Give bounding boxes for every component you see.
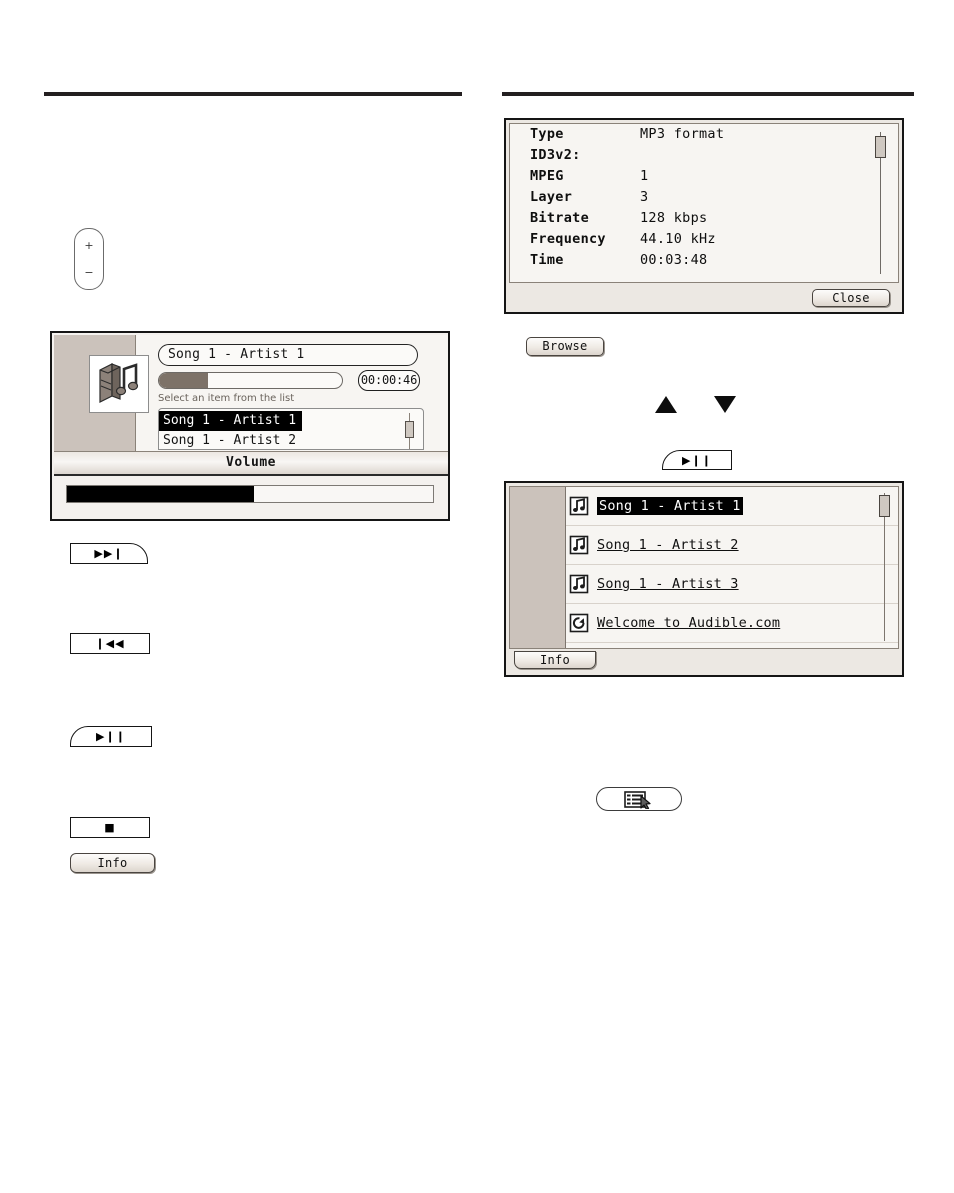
volume-panel [54,476,448,519]
list-item-label: Song 1 - Artist 3 [597,576,739,592]
info-value: 00:03:48 [640,252,708,268]
previous-track-icon: ❙◀◀ [95,637,125,650]
player-main-panel: Song 1 - Artist 1 00:00:46 Select an ite… [136,335,448,451]
volume-slider[interactable] [66,485,434,503]
next-track-icon: ▶▶❙ [94,547,124,560]
info-row: Type MP3 format [510,124,898,145]
list-item[interactable]: Welcome to Audible.com [566,604,898,643]
list-item-label: Song 1 - Artist 2 [597,537,739,553]
audiobook-note-icon [99,363,139,403]
stop-icon: ■ [104,821,116,834]
music-note-file-icon [569,496,589,516]
info-row: ID3v2: [510,145,898,166]
browse-button[interactable]: Browse [526,337,604,356]
info-key: Bitrate [530,210,589,226]
info-row: Frequency 44.10 kHz [510,229,898,250]
player-window: Song 1 - Artist 1 00:00:46 Select an ite… [50,331,450,521]
player-track-listbox[interactable]: Song 1 - Artist 1 Song 1 - Artist 2 [158,408,424,450]
list-item-label: Welcome to Audible.com [597,615,781,631]
down-triangle-icon[interactable] [714,396,736,413]
player-list-scrollbar[interactable] [405,413,414,449]
play-pause-button-secondary[interactable]: ▶❙❙ [662,450,732,470]
file-info-dialog: Type MP3 format ID3v2: MPEG 1 Layer 3 Bi… [504,118,904,314]
info-value: 44.10 kHz [640,231,716,247]
volume-slider-fill [67,486,254,502]
info-button[interactable]: Info [514,651,596,669]
plus-icon[interactable]: + [75,240,103,251]
info-key: ID3v2: [530,147,581,163]
close-button[interactable]: Close [812,289,890,307]
song-list-body: Song 1 - Artist 1 Song 1 - Artist 2 Song… [509,486,899,649]
info-key: Type [530,126,564,142]
scrollbar-thumb[interactable] [405,421,414,438]
info-row: Layer 3 [510,187,898,208]
play-pause-icon: ▶❙❙ [96,730,126,743]
elapsed-time-display: 00:00:46 [358,370,420,391]
next-track-button[interactable]: ▶▶❙ [70,543,148,564]
volume-rocker-switch[interactable]: + − [74,228,104,290]
list-prompt-label: Select an item from the list [158,393,295,404]
info-dialog-scrollbar[interactable] [875,132,886,274]
header-rule-right [502,92,914,96]
playback-progress-bar[interactable] [158,372,343,389]
list-item[interactable]: Song 1 - Artist 2 [566,526,898,565]
song-list-window: Song 1 - Artist 1 Song 1 - Artist 2 Song… [504,481,904,677]
stop-button[interactable]: ■ [70,817,150,838]
info-dialog-footer: Close [509,285,899,310]
minus-icon[interactable]: − [75,267,103,278]
list-item[interactable]: Song 1 - Artist 1 [566,487,898,526]
scrollbar-thumb[interactable] [879,495,890,517]
list-item[interactable]: Song 1 - Artist 3 [566,565,898,604]
list-item[interactable]: Song 1 - Artist 1 [159,411,303,431]
list-cursor-icon [624,791,651,809]
menu-list-button[interactable] [596,787,682,811]
info-value: 128 kbps [640,210,708,226]
song-list-scrollbar[interactable] [879,493,890,641]
play-pause-button[interactable]: ▶❙❙ [70,726,152,747]
music-note-file-icon [569,574,589,594]
info-button-left[interactable]: Info [70,853,155,873]
list-item-label: Song 1 - Artist 1 [597,497,743,515]
playback-progress-fill [159,373,209,388]
volume-title-bar: Volume [54,452,448,476]
info-key: MPEG [530,168,564,184]
header-rule-left [44,92,462,96]
song-list-rows: Song 1 - Artist 1 Song 1 - Artist 2 Song… [566,487,898,648]
info-row: MPEG 1 [510,166,898,187]
info-value: 1 [640,168,649,184]
song-list-footer: Info [509,649,899,673]
song-list-sidebar [510,487,566,648]
music-note-file-icon [569,535,589,555]
info-value: 3 [640,189,649,205]
info-key: Frequency [530,231,606,247]
up-triangle-icon[interactable] [655,396,677,413]
list-item[interactable]: Song 1 - Artist 2 [159,431,423,449]
info-row: Bitrate 128 kbps [510,208,898,229]
info-key: Time [530,252,564,268]
scrollbar-thumb[interactable] [875,136,886,158]
album-art-thumbnail [89,355,149,413]
file-info-content: Type MP3 format ID3v2: MPEG 1 Layer 3 Bi… [509,123,899,283]
previous-track-button[interactable]: ❙◀◀ [70,633,150,654]
now-playing-field[interactable]: Song 1 - Artist 1 [158,344,418,366]
info-key: Layer [530,189,573,205]
play-pause-icon: ▶❙❙ [682,453,712,467]
info-row: Time 00:03:48 [510,250,898,271]
info-value: MP3 format [640,126,725,142]
circular-arrow-icon [569,613,589,633]
